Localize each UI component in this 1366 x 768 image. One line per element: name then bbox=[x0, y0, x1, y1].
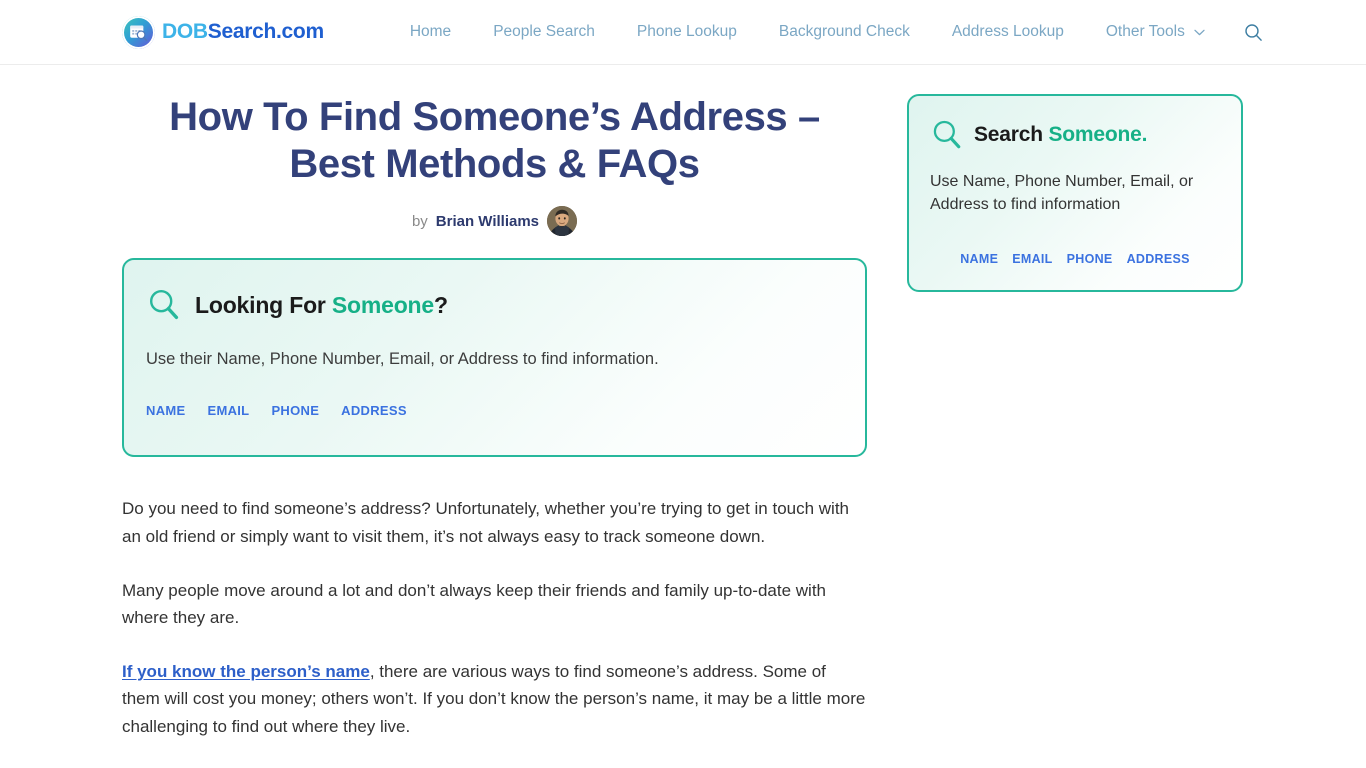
main-content-column: How To Find Someone’s Address – Best Met… bbox=[122, 94, 867, 740]
nav-item-home[interactable]: Home bbox=[389, 24, 472, 40]
article-inline-link[interactable]: If you know the person’s name bbox=[122, 662, 370, 681]
sidebar-tab-name[interactable]: NAME bbox=[960, 252, 998, 266]
sidebar-search-widget-title-lead: Search bbox=[974, 123, 1049, 146]
tab-email[interactable]: EMAIL bbox=[207, 403, 249, 418]
main-search-widget[interactable]: Looking For Someone? Use their Name, Pho… bbox=[122, 258, 867, 458]
main-search-widget-tabs: NAME EMAIL PHONE ADDRESS bbox=[146, 403, 843, 418]
nav-item-background-check[interactable]: Background Check bbox=[758, 24, 931, 40]
brand-wordmark-part2: Search.com bbox=[207, 20, 324, 43]
nav-item-other-tools-label: Other Tools bbox=[1105, 23, 1185, 41]
article-paragraph-2: Many people move around a lot and don’t … bbox=[122, 580, 827, 627]
article-paragraph-1: Do you need to find someone’s address? U… bbox=[122, 499, 850, 546]
chevron-down-icon bbox=[1194, 24, 1205, 40]
nav-item-address-lookup[interactable]: Address Lookup bbox=[931, 24, 1085, 40]
sidebar-search-widget-header: Search Someone. bbox=[930, 118, 1220, 152]
article-paragraph-3: If you know the person’s name, there are… bbox=[122, 658, 867, 740]
calendar-magnifier-logo-icon bbox=[122, 15, 155, 49]
main-search-widget-title-tail: ? bbox=[433, 291, 448, 318]
byline-prefix: by bbox=[411, 212, 428, 230]
main-search-widget-title: Looking For Someone? bbox=[195, 292, 448, 319]
page-container: How To Find Someone’s Address – Best Met… bbox=[0, 65, 1366, 740]
nav-item-other-tools[interactable]: Other Tools bbox=[1085, 24, 1226, 40]
search-icon bbox=[146, 287, 182, 323]
article-body: Do you need to find someone’s address? U… bbox=[122, 495, 867, 739]
sidebar-tab-email[interactable]: EMAIL bbox=[1012, 252, 1052, 266]
tab-address[interactable]: ADDRESS bbox=[341, 403, 407, 418]
page-title: How To Find Someone’s Address – Best Met… bbox=[169, 95, 820, 187]
nav-item-people-search[interactable]: People Search bbox=[472, 24, 616, 40]
sidebar-search-widget-tabs: NAME EMAIL PHONE ADDRESS bbox=[930, 252, 1220, 266]
brand-logo-link[interactable]: DOBSearch.com bbox=[122, 15, 324, 49]
sidebar-search-widget-title-highlight: Someone. bbox=[1048, 123, 1148, 146]
tab-name[interactable]: NAME bbox=[146, 403, 185, 418]
brand-wordmark: DOBSearch.com bbox=[162, 20, 324, 44]
main-navigation: Home People Search Phone Lookup Backgrou… bbox=[389, 23, 1263, 42]
sidebar-column: Search Someone. Use Name, Phone Number, … bbox=[907, 94, 1243, 293]
main-search-widget-subtitle: Use their Name, Phone Number, Email, or … bbox=[146, 350, 659, 369]
brand-wordmark-part1: DOB bbox=[162, 20, 208, 43]
nav-item-phone-lookup[interactable]: Phone Lookup bbox=[616, 24, 758, 40]
avatar bbox=[547, 206, 578, 237]
byline-author-name: Brian Williams bbox=[435, 212, 540, 230]
sidebar-search-widget-title: Search Someone. bbox=[974, 123, 1147, 147]
main-search-widget-header: Looking For Someone? bbox=[146, 287, 843, 323]
search-icon[interactable] bbox=[1244, 23, 1263, 42]
tab-phone[interactable]: PHONE bbox=[271, 403, 319, 418]
site-header: DOBSearch.com Home People Search Phone L… bbox=[0, 0, 1366, 65]
search-icon bbox=[930, 118, 964, 152]
sidebar-search-widget-subtitle: Use Name, Phone Number, Email, or Addres… bbox=[930, 173, 1194, 213]
main-search-widget-title-highlight: Someone bbox=[331, 291, 434, 318]
main-search-widget-title-lead: Looking For bbox=[195, 291, 332, 318]
byline: by Brian Williams bbox=[122, 206, 867, 237]
sidebar-tab-address[interactable]: ADDRESS bbox=[1127, 252, 1190, 266]
sidebar-tab-phone[interactable]: PHONE bbox=[1067, 252, 1113, 266]
sidebar-search-widget[interactable]: Search Someone. Use Name, Phone Number, … bbox=[907, 94, 1243, 293]
